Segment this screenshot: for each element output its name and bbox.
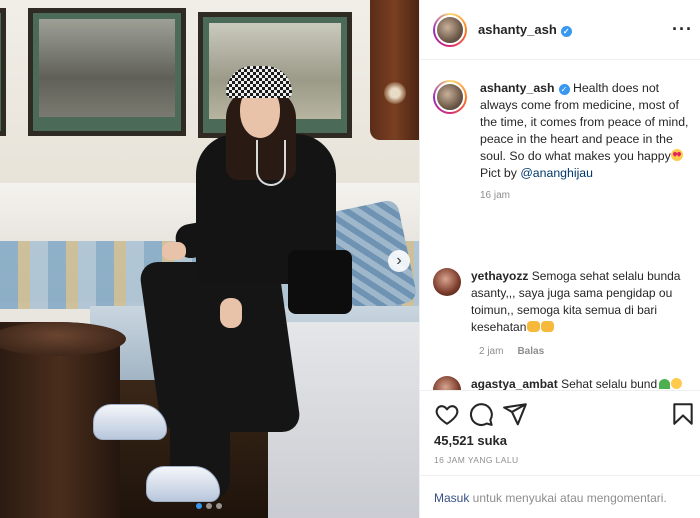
photo-person-necklace [256,140,286,186]
comment-body: yethayozz Semoga sehat selalu bunda asan… [471,268,687,336]
caption-timestamp: 16 jam [480,190,511,201]
caption-mention-link[interactable]: @ananghijau [520,166,593,180]
action-bar [434,401,694,427]
comment-icon[interactable] [468,401,494,427]
verified-icon: ✓ [560,26,572,37]
carousel-indicator [196,503,222,509]
heart-icon[interactable] [434,401,460,427]
clap-emoji-icon [527,321,541,332]
more-icon[interactable]: ··· [672,19,693,40]
heart-eyes-emoji-icon [670,149,683,161]
post-caption: ashanty_ash ✓ Health does not always come… [433,80,695,182]
login-link[interactable]: Masuk [434,491,469,505]
post-timestamp: 16 JAM YANG LALU [434,455,519,465]
post-photo[interactable]: › [0,0,419,518]
carousel-next-button[interactable]: › [388,250,410,272]
photo-cabinet [370,0,419,140]
green-heart-emoji-icon [659,379,671,389]
comment-username[interactable]: yethayozz [471,269,528,283]
carousel-dot-active [196,503,202,509]
post-side-panel: ashanty_ash ✓ ··· ashanty_ash ✓ Health doe… [419,0,700,518]
photo-frame-left [28,8,186,136]
photo-person-shoe-2 [146,466,220,502]
chevron-right-icon: › [396,252,402,269]
photo-frame-partial [0,8,6,136]
photo-person-hand-2 [220,298,242,328]
post-actions: 45,521 suka 16 JAM YANG LALU Masuk untuk… [420,390,700,518]
photo-person-bag [288,250,352,314]
comment-meta: 2 jam Balas [479,346,544,357]
author-username[interactable]: ashanty_ash ✓ [478,22,572,37]
photo-person-shoe [93,404,167,440]
comment-avatar[interactable] [433,268,461,296]
verified-icon: ✓ [558,84,570,95]
comment-item: yethayozz Semoga sehat selalu bunda asan… [433,268,693,336]
comment-reply-button[interactable]: Balas [517,346,544,357]
clap-emoji-icon [541,321,555,332]
caption-username[interactable]: ashanty_ash [480,81,555,95]
smile-emoji-icon [671,378,683,389]
login-prompt: Masuk untuk menyukai atau mengomentari. [420,475,700,518]
comment-timestamp: 2 jam [479,346,504,357]
comment-text: Sehat selalu bund [561,377,658,391]
bookmark-icon[interactable] [670,401,696,427]
carousel-dot [216,503,222,509]
carousel-dot [206,503,212,509]
caption-credit: Pict by [480,166,521,180]
caption-text-block: ashanty_ash ✓ Health does not always come… [480,80,694,182]
photo-person-hand [162,242,186,260]
login-prompt-text: untuk menyukai atau mengomentari. [469,491,667,505]
author-avatar[interactable] [433,12,467,47]
share-icon[interactable] [502,401,528,427]
comment-username[interactable]: agastya_ambat [471,377,558,391]
post-header: ashanty_ash ✓ ··· [420,0,700,60]
caption-avatar[interactable] [433,80,467,114]
like-count[interactable]: 45,521 suka [434,433,507,448]
